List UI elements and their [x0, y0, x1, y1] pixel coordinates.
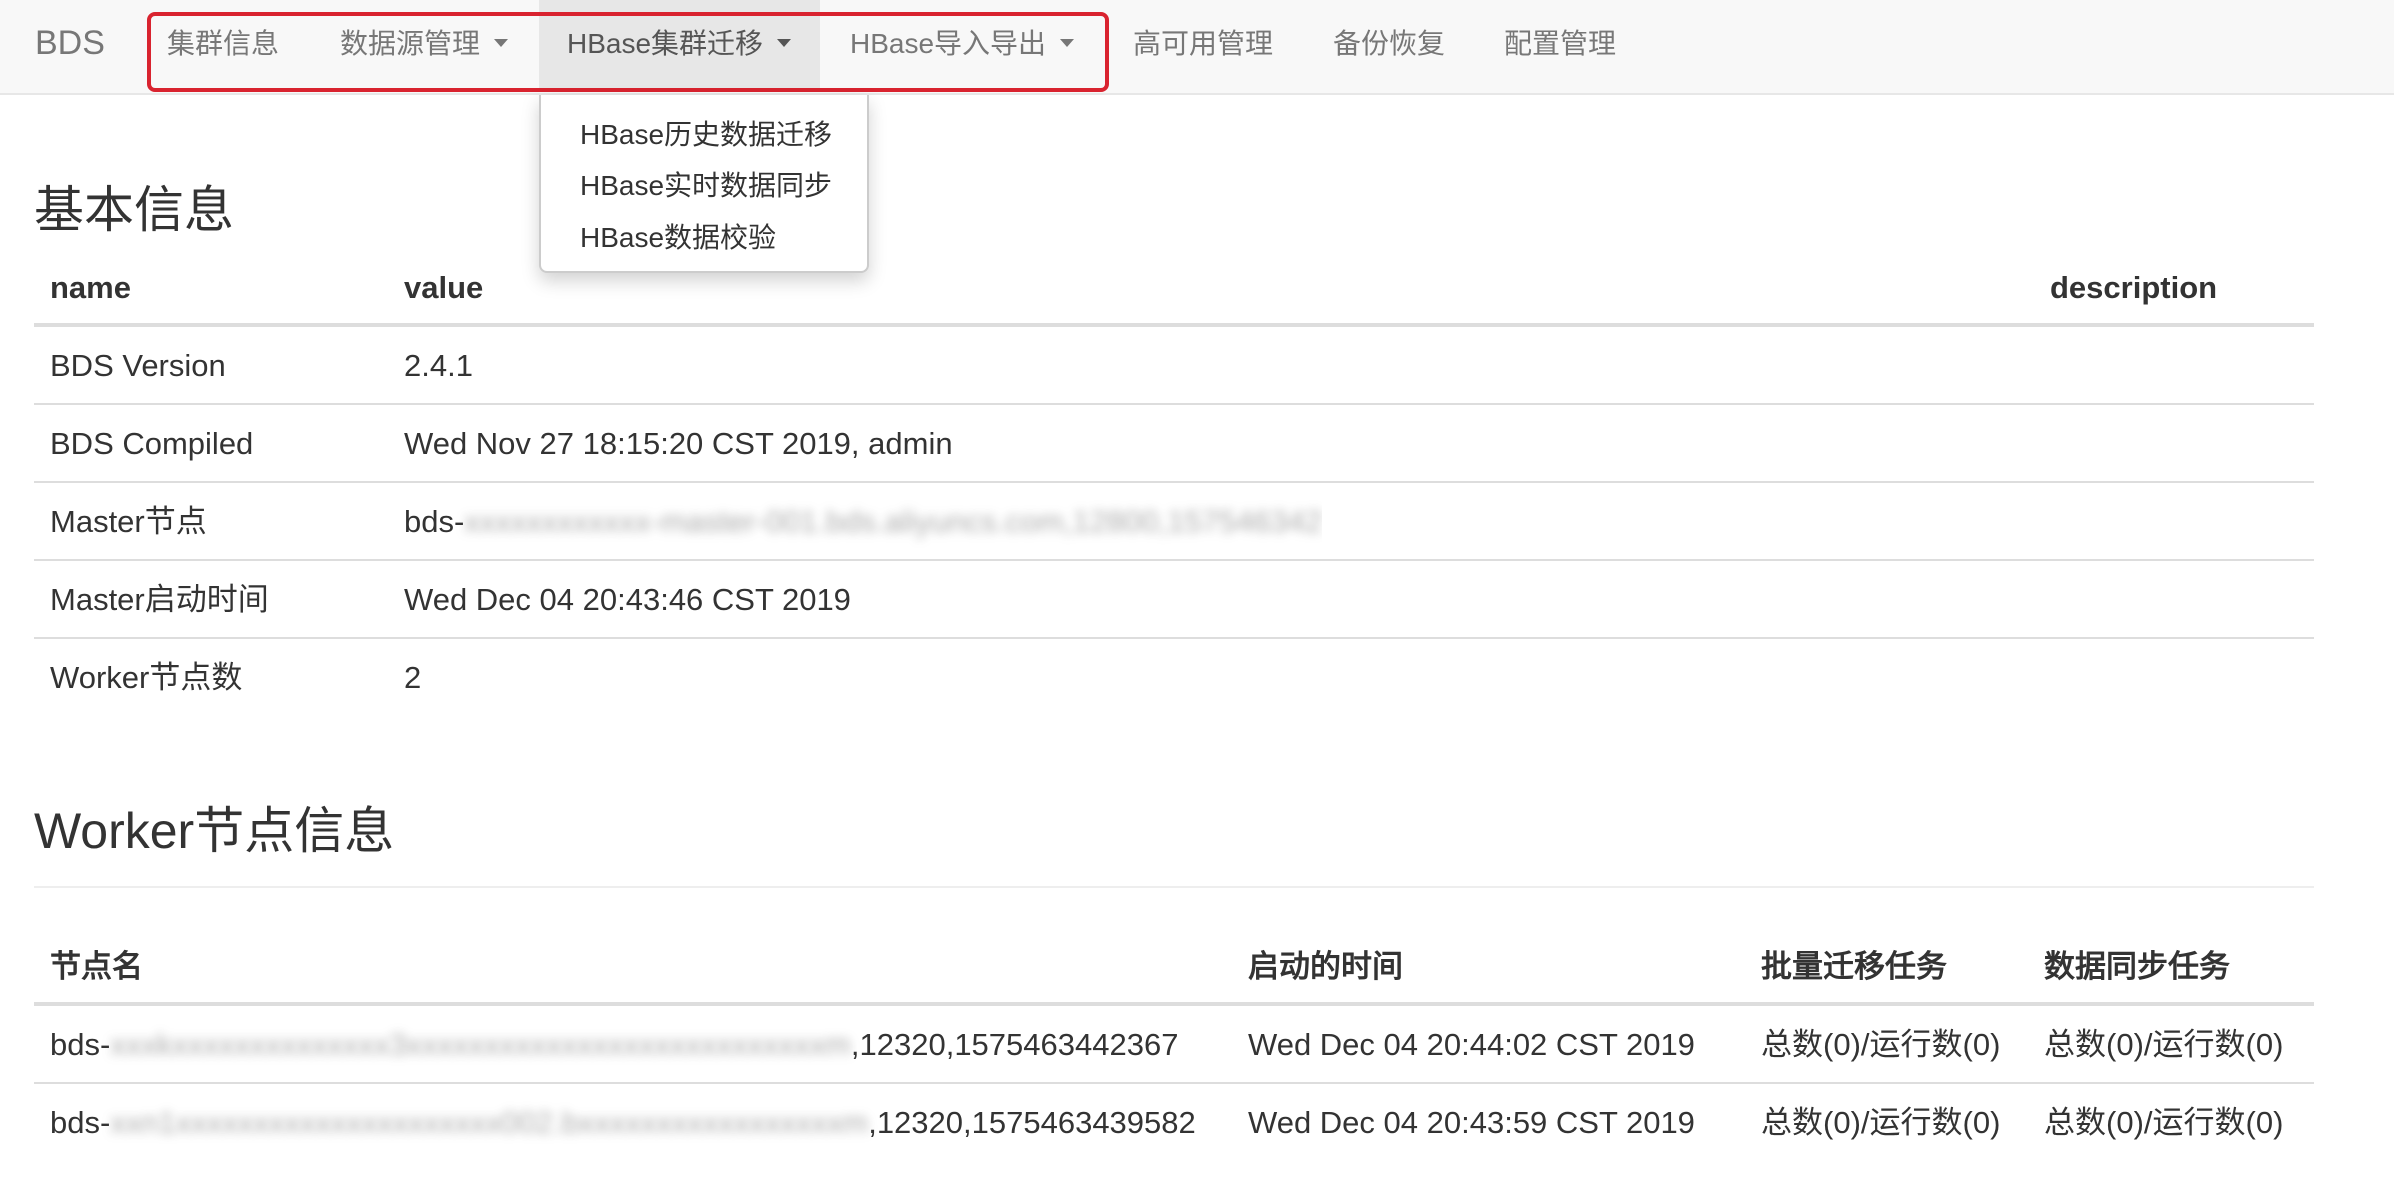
menu-item-history-migration[interactable]: HBase历史数据迁移 [580, 113, 832, 153]
row-name: BDS Version [50, 348, 226, 383]
row-batch-tasks: 总数(0)/运行数(0) [1761, 1027, 2001, 1062]
row-value: 2 [404, 660, 422, 695]
row-value: Wed Dec 04 20:43:46 CST 2019 [404, 582, 851, 617]
node-prefix: bds- [50, 1027, 111, 1062]
node-prefix: bds- [50, 1105, 111, 1140]
nav-label: 数据源管理 [340, 28, 481, 59]
blurred-hostname: xxxxxxxxxxxx-master-001.bds.aliyuncs.com… [464, 504, 1323, 539]
nav-high-availability[interactable]: 高可用管理 [1133, 0, 1273, 88]
column-header-start-time: 启动的时间 [1248, 949, 1403, 984]
nav-label: HBase集群迁移 [567, 28, 764, 59]
table-row: Master启动时间 Wed Dec 04 20:43:46 CST 2019 [34, 559, 2314, 637]
nav-hbase-cluster-migration[interactable]: HBase集群迁移 [539, 0, 820, 88]
column-header-name: name [50, 270, 131, 305]
row-sync-tasks: 总数(0)/运行数(0) [2044, 1105, 2284, 1140]
basic-info-title: 基本信息 [34, 182, 234, 238]
table-row: BDS Compiled Wed Nov 27 18:15:20 CST 201… [34, 403, 2314, 481]
column-header-node-name: 节点名 [50, 949, 143, 984]
blurred-hostname: xxn1xxxxxxxxxxxxxxxxxxxxx002.bxxxxxxxxxx… [110, 1105, 869, 1140]
table-header-row: name value description [34, 249, 2314, 327]
table-row: BDS Version 2.4.1 [34, 325, 2314, 403]
column-header-sync-tasks: 数据同步任务 [2044, 949, 2230, 984]
caret-down-icon [777, 38, 792, 47]
row-sync-tasks: 总数(0)/运行数(0) [2044, 1027, 2284, 1062]
blurred-hostname: xxxkxxxxxxxxxxxxxx3xxxxxxxxxxxxxxxxxxxxx… [110, 1027, 851, 1062]
caret-down-icon [1060, 38, 1075, 47]
row-name: Master节点 [50, 504, 207, 539]
row-name: BDS Compiled [50, 426, 254, 461]
menu-item-realtime-sync[interactable]: HBase实时数据同步 [580, 164, 832, 204]
table-row: bds-xxn1xxxxxxxxxxxxxxxxxxxxx002.bxxxxxx… [34, 1082, 2314, 1160]
row-start-time: Wed Dec 04 20:43:59 CST 2019 [1248, 1105, 1695, 1140]
row-start-time: Wed Dec 04 20:44:02 CST 2019 [1248, 1027, 1695, 1062]
table-header-row: 节点名 启动的时间 批量迁移任务 数据同步任务 [34, 928, 2314, 1006]
nav-label: 高可用管理 [1133, 28, 1274, 59]
nav-label: 集群信息 [167, 28, 280, 59]
node-suffix: ,12320,1575463439582 [868, 1105, 1196, 1140]
row-name: Worker节点数 [50, 660, 243, 695]
section-divider [34, 886, 2314, 888]
nav-config-management[interactable]: 配置管理 [1504, 0, 1616, 88]
nav-hbase-import-export[interactable]: HBase导入导出 [850, 0, 1075, 88]
row-node-name: bds-xxxkxxxxxxxxxxxxxx3xxxxxxxxxxxxxxxxx… [50, 1006, 1178, 1084]
nav-cluster-info[interactable]: 集群信息 [167, 0, 279, 88]
brand-logo[interactable]: BDS [35, 0, 105, 86]
row-value: 2.4.1 [404, 348, 473, 383]
caret-down-icon [494, 38, 509, 47]
value-prefix: bds- [404, 504, 465, 539]
row-value: bds-xxxxxxxxxxxx-master-001.bds.aliyuncs… [404, 483, 1322, 561]
nav-datasource-management[interactable]: 数据源管理 [340, 0, 509, 88]
row-node-name: bds-xxn1xxxxxxxxxxxxxxxxxxxxx002.bxxxxxx… [50, 1084, 1196, 1162]
table-row: Master节点 bds-xxxxxxxxxxxx-master-001.bds… [34, 481, 2314, 559]
nav-label: 配置管理 [1504, 28, 1617, 59]
column-header-batch-tasks: 批量迁移任务 [1761, 949, 1947, 984]
column-header-description: description [2050, 270, 2218, 305]
nav-backup-restore[interactable]: 备份恢复 [1333, 0, 1445, 88]
menu-item-data-validation[interactable]: HBase数据校验 [580, 216, 776, 256]
table-row: Worker节点数 2 [34, 637, 2314, 715]
row-value: Wed Nov 27 18:15:20 CST 2019, admin [404, 426, 953, 461]
row-batch-tasks: 总数(0)/运行数(0) [1761, 1105, 2001, 1140]
node-suffix: ,12320,1575463442367 [850, 1027, 1179, 1062]
column-header-value: value [404, 270, 484, 305]
top-navbar: BDS 集群信息 数据源管理 HBase集群迁移 HBase导入导出 高可用管理… [0, 0, 2394, 95]
worker-info-title: Worker节点信息 [34, 803, 395, 859]
nav-label: HBase导入导出 [850, 28, 1047, 59]
row-name: Master启动时间 [50, 582, 269, 617]
nav-label: 备份恢复 [1333, 28, 1446, 59]
table-row: bds-xxxkxxxxxxxxxxxxxx3xxxxxxxxxxxxxxxxx… [34, 1004, 2314, 1082]
hbase-migration-dropdown-menu: HBase历史数据迁移 HBase实时数据同步 HBase数据校验 [539, 95, 869, 273]
